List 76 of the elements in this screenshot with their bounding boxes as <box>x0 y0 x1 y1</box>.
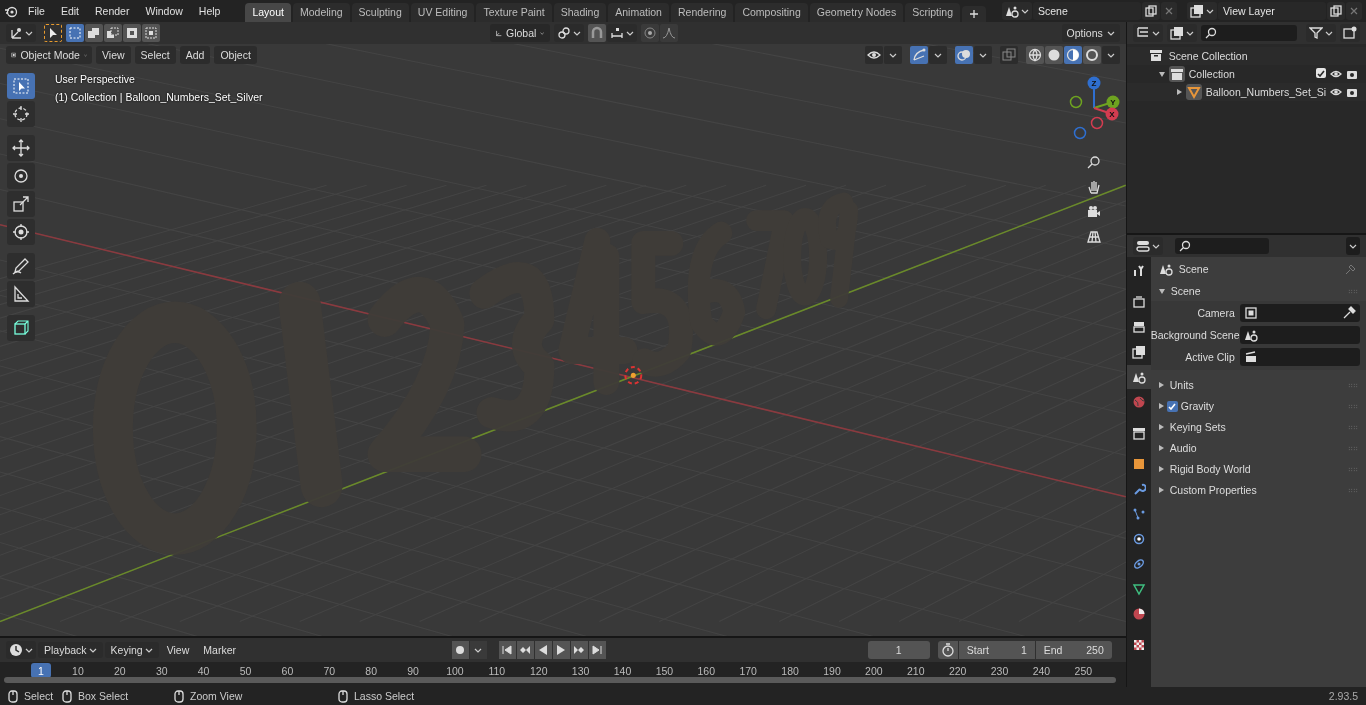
frame-number: 60 <box>280 664 295 677</box>
frame-number: 10 <box>71 664 85 677</box>
frame-number: 50 <box>238 664 253 677</box>
frame-number: 240 <box>1031 664 1052 677</box>
menu-item[interactable]: Keying <box>104 642 159 658</box>
frame-number: 30 <box>154 664 169 677</box>
workspace-tab[interactable]: Shading <box>553 3 607 22</box>
workspace-tab[interactable]: Modeling <box>292 3 350 22</box>
menu-item[interactable]: Object <box>214 46 257 64</box>
panel-header[interactable]: Gravity <box>1150 396 1366 416</box>
menu-item[interactable]: Select <box>134 46 176 64</box>
mode-dropdown[interactable]: Object Mode <box>6 46 92 64</box>
frame-number: 180 <box>780 664 800 677</box>
menu-item[interactable]: Render <box>88 2 137 20</box>
current-frame-field[interactable]: 1 <box>867 641 930 659</box>
navigation-gizmo[interactable]: Z Y X <box>1065 76 1122 140</box>
panel-header[interactable]: Units <box>1150 375 1366 395</box>
scene-field[interactable]: Scene <box>1033 2 1141 20</box>
frame-number: 90 <box>406 664 420 677</box>
frame-number: 150 <box>654 664 675 677</box>
frame-number: 130 <box>570 664 591 677</box>
frame-number: 160 <box>696 664 717 677</box>
panel-header[interactable]: Rigid Body World <box>1150 459 1366 479</box>
status-hint: Zoom View <box>190 690 243 702</box>
field-label: Camera <box>1196 307 1235 319</box>
orientation-dropdown[interactable]: Global <box>489 24 550 42</box>
workspace-tab[interactable]: Scripting <box>905 3 960 22</box>
frame-number: 230 <box>989 664 1010 677</box>
status-hint: Lasso Select <box>354 690 415 702</box>
menu-item[interactable]: Edit <box>53 2 86 20</box>
menu-item[interactable]: View <box>160 641 196 659</box>
start-frame-field[interactable]: Start 1 <box>958 641 1035 659</box>
viewport-perspective-label: User Perspective <box>55 73 135 85</box>
frame-number: 120 <box>528 664 549 677</box>
frame-number: 80 <box>364 664 378 677</box>
menu-item[interactable]: View <box>96 46 131 64</box>
frame-number: 70 <box>322 664 337 677</box>
frame-number: 100 <box>445 664 465 677</box>
frame-number: 40 <box>196 664 211 677</box>
workspace-tab[interactable]: Sculpting <box>351 3 409 22</box>
workspace-tab[interactable]: Animation <box>608 3 669 22</box>
menu-item[interactable]: Add <box>179 46 211 64</box>
status-hint: Box Select <box>78 690 129 702</box>
panel-header[interactable]: Keying Sets <box>1150 417 1366 437</box>
menu-item[interactable]: File <box>21 2 52 20</box>
frame-number: 190 <box>822 664 842 677</box>
frame-number: 20 <box>113 664 127 677</box>
collection-info-label: (1) Collection | Balloon_Numbers_Set_Silver <box>55 91 263 103</box>
context-label: Scene <box>1178 263 1209 275</box>
status-hint: Select <box>24 690 54 702</box>
field-label: Active Clip <box>1184 351 1235 363</box>
menu-item[interactable]: Playback <box>38 642 103 658</box>
frame-number: 170 <box>738 664 758 677</box>
workspace-tab[interactable]: Compositing <box>735 3 808 22</box>
panel-header[interactable]: Audio <box>1150 438 1366 458</box>
workspace-tab[interactable]: UV Editing <box>410 3 475 22</box>
version-label: 2.93.5 <box>1328 690 1358 702</box>
menu-item[interactable]: Window <box>138 2 190 20</box>
menu-item[interactable]: Help <box>191 2 228 20</box>
workspace-tab[interactable]: Rendering <box>670 3 734 22</box>
options-dropdown[interactable]: Options <box>1061 24 1120 42</box>
end-frame-field[interactable]: End 250 <box>1035 641 1112 659</box>
frame-number: 220 <box>947 664 968 677</box>
workspace-tab[interactable]: Texture Paint <box>476 3 552 22</box>
frame-number: 250 <box>1073 664 1094 677</box>
frame-number: 140 <box>612 664 633 677</box>
menu-item[interactable]: Marker <box>197 641 242 659</box>
frame-number: 110 <box>487 664 507 677</box>
frame-number: 210 <box>906 664 926 677</box>
frame-number: 200 <box>864 664 884 677</box>
view-layer-field[interactable]: View Layer <box>1218 2 1326 20</box>
panel-header[interactable]: Scene <box>1150 281 1366 301</box>
workspace-tab[interactable]: Layout <box>245 3 291 22</box>
outliner-row[interactable]: Collection <box>1126 65 1366 83</box>
panel-header[interactable]: Custom Properties <box>1150 480 1366 500</box>
workspace-tab[interactable]: Geometry Nodes <box>809 3 904 22</box>
